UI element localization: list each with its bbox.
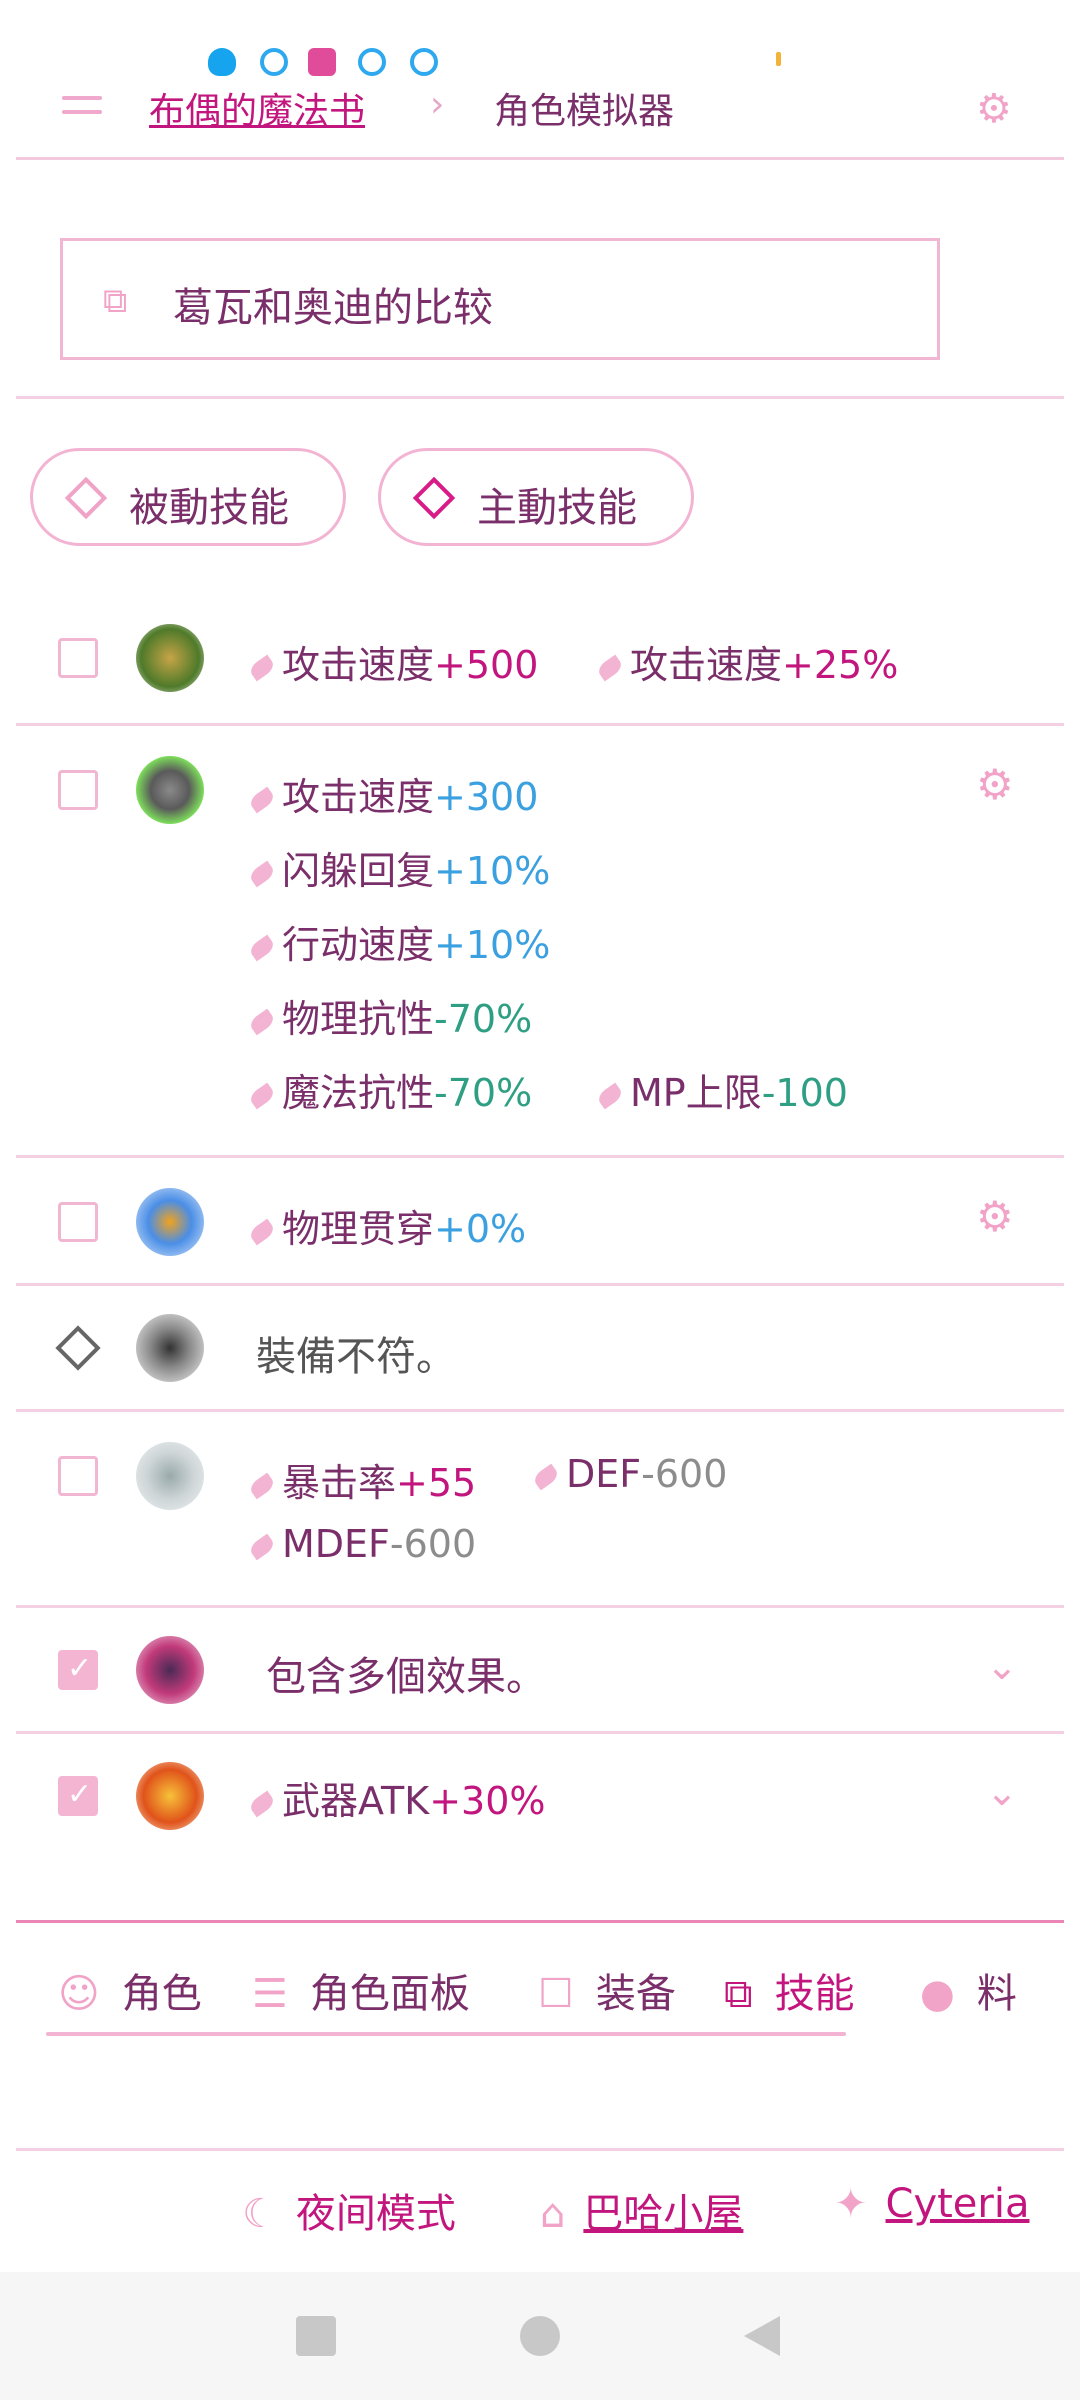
home-button[interactable] — [520, 2316, 560, 2356]
effect-physical-pierce: 物理贯穿+0% — [247, 1198, 526, 1253]
diamond-icon — [412, 476, 456, 520]
skill-icon-warrior — [136, 624, 204, 692]
effect-physical-resistance: 物理抗性-70% — [247, 988, 532, 1043]
tab-active-skills[interactable]: 主動技能 — [378, 448, 694, 546]
skill-row: 物理贯穿+0% ⚙ — [16, 1158, 1064, 1286]
effect-def: DEF-600 — [531, 1452, 727, 1496]
skill-row: 裝備不符。 — [16, 1286, 1064, 1412]
square-icon: ☐ — [538, 1971, 574, 2017]
skill-blocks-icon: ⧉ — [724, 1971, 753, 2017]
tab-label: 主動技能 — [477, 485, 637, 531]
effect-critical-rate: 暴击率+55 — [247, 1452, 476, 1507]
home-icon: ⌂ — [540, 2191, 566, 2237]
diamond-icon — [64, 476, 108, 520]
menu-icon[interactable] — [62, 96, 102, 120]
breadcrumb-current: 角色模拟器 — [494, 91, 675, 132]
tab-skills[interactable]: ⧉ 技能 — [724, 1961, 855, 2019]
effect-max-mp: MP上限-100 — [595, 1062, 848, 1117]
apple-icon: ● — [920, 1971, 955, 2017]
skill-icon-flame — [136, 1762, 204, 1830]
effect-attack-speed: 攻击速度+500 — [247, 634, 538, 689]
effect-attack-speed: 攻击速度+300 — [247, 766, 538, 821]
skill-icon-pierce — [136, 1188, 204, 1256]
skill-row: 武器ATK+30% ⌄ — [16, 1734, 1064, 1866]
equipment-mismatch-note: 裝備不符。 — [256, 1334, 456, 1380]
skill-checkbox[interactable] — [58, 770, 98, 810]
back-button[interactable] — [744, 2316, 780, 2356]
skill-icon-shield — [136, 756, 204, 824]
skill-icon-blade — [136, 1442, 204, 1510]
skill-checkbox[interactable] — [58, 1202, 98, 1242]
effect-mdef: MDEF-600 — [247, 1522, 476, 1566]
bottom-tab-bar: ☺ 角色 ☰ 角色面板 ☐ 装备 ⧉ 技能 ● 料 — [16, 1920, 1064, 2040]
settings-icon[interactable]: ⚙ — [976, 86, 1012, 132]
skill-row: 暴击率+55 DEF-600 MDEF-600 — [16, 1412, 1064, 1608]
breadcrumb-home-link[interactable]: 布偶的魔法书 — [149, 82, 365, 134]
effect-action-speed: 行动速度+10% — [247, 914, 550, 969]
effect-attack-speed: 攻击速度+25% — [595, 634, 898, 689]
system-nav-bar — [0, 2272, 1080, 2400]
tab-character-panel[interactable]: ☰ 角色面板 — [252, 1961, 470, 2019]
compare-button[interactable]: ⧉ 葛瓦和奥迪的比较 — [60, 238, 940, 360]
skill-row: 攻击速度+500 攻击速度+25% — [16, 590, 1064, 726]
author-link[interactable]: ✦ Cyteria — [834, 2181, 1029, 2227]
settings-icon[interactable]: ⚙ — [976, 1192, 1014, 1241]
chevron-down-icon[interactable]: ⌄ — [986, 1644, 1018, 1688]
divider — [16, 396, 1064, 399]
settings-icon[interactable]: ⚙ — [976, 760, 1014, 809]
tab-food[interactable]: ● 料 — [920, 1961, 1017, 2019]
recent-apps-button[interactable] — [296, 2316, 336, 2356]
moon-icon: ☾ — [242, 2191, 278, 2237]
skill-icon-triple — [136, 1314, 204, 1382]
tab-character[interactable]: ☺ 角色 — [58, 1961, 202, 2019]
skill-row: 攻击速度+300 闪躲回复+10% 行动速度+10% 物理抗性-70% 魔法抗性… — [16, 726, 1064, 1158]
night-mode-toggle[interactable]: ☾ 夜间模式 — [242, 2181, 456, 2239]
skill-checkbox[interactable] — [58, 1776, 98, 1816]
effect-weapon-atk: 武器ATK+30% — [247, 1770, 546, 1825]
skill-checkbox[interactable] — [58, 1456, 98, 1496]
footer: ☾ 夜间模式 ⌂ 巴哈小屋 ✦ Cyteria — [16, 2148, 1064, 2272]
effect-magic-resistance: 魔法抗性-70% — [247, 1062, 532, 1117]
top-nav: 布偶的魔法书 › 角色模拟器 ⚙ — [16, 70, 1064, 160]
skill-checkbox[interactable] — [58, 638, 98, 678]
twitter-bird-icon: ✦ — [834, 2181, 868, 2227]
home-link[interactable]: ⌂ 巴哈小屋 — [540, 2181, 743, 2239]
skill-row: 包含多個效果。 ⌄ — [16, 1608, 1064, 1734]
compare-label: 葛瓦和奥迪的比较 — [173, 285, 493, 331]
skill-blocks-icon: ⧉ — [103, 281, 128, 321]
tab-passive-skills[interactable]: 被動技能 — [30, 448, 346, 546]
skill-icon-dark-aura — [136, 1636, 204, 1704]
effect-dodge-recovery: 闪躲回复+10% — [247, 840, 550, 895]
face-icon: ☺ — [58, 1971, 100, 2017]
breadcrumb-separator: › — [430, 84, 445, 125]
person-list-icon: ☰ — [252, 1971, 288, 2017]
status-indicator — [776, 52, 781, 66]
tab-label: 被動技能 — [129, 485, 289, 531]
chevron-down-icon[interactable]: ⌄ — [986, 1770, 1018, 1814]
tab-equipment[interactable]: ☐ 装备 — [538, 1961, 676, 2019]
diamond-icon — [55, 1325, 101, 1371]
tab-scroll-indicator[interactable] — [46, 2032, 846, 2036]
skill-checkbox[interactable] — [58, 1650, 98, 1690]
multiple-effects-note: 包含多個效果。 — [266, 1654, 546, 1700]
